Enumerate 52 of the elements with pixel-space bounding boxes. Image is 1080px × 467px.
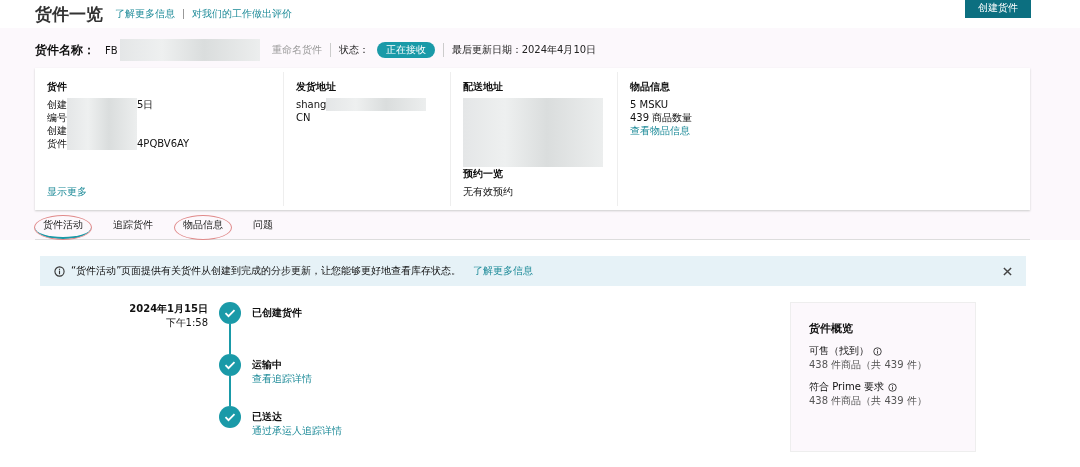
column-heading: 发货地址 [296,80,337,94]
last-updated: 最后更新日期：2024年4月10日 [451,43,597,57]
shipment-name-label: 货件名称： [35,41,95,59]
overview-label: 可售（找到） [809,344,869,358]
detail-text: 创建 [47,124,67,137]
status-badge: 正在接收 [376,42,435,58]
column-heading: 物品信息 [630,80,671,94]
redacted-area [67,137,137,150]
step-title: 已创建货件 [252,306,302,320]
tab[interactable]: 问题 [245,216,281,239]
tab[interactable]: 追踪货件 [105,216,161,239]
detail-text: 4PQBV6AY [137,137,190,150]
close-icon[interactable] [1003,266,1012,276]
rename-link[interactable]: 重命名货件 [271,43,322,57]
overview-title: 货件概览 [809,321,854,336]
step-title: 已送达 [252,410,283,424]
column-heading: 预约一览 [463,167,504,181]
header-link[interactable]: 了解更多信息 [115,7,175,21]
tab[interactable]: 物品信息 [175,216,231,239]
info-icon [54,265,65,277]
tracking-link[interactable]: 通过承运人追踪详情 [252,424,342,438]
page-title: 货件一览 [35,2,103,26]
detail-text: 439 商品数量 [630,111,693,124]
redacted-area [67,98,137,111]
overview-label: 符合 Prime 要求 [809,380,884,394]
tab[interactable]: 货件活动 [35,216,91,239]
detail-text: 5 MSKU [630,98,669,111]
step-date: 2024年1月15日 [129,302,208,316]
detail-link[interactable]: 查看物品信息 [630,124,772,137]
step-title: 运输中 [252,358,283,372]
detail-text: 创建 [47,98,67,111]
detail-text: 货件 [47,137,67,150]
learn-more-link[interactable]: 了解更多信息 [473,264,534,278]
detail-text: shang [296,98,327,111]
column-heading: 配送地址 [463,80,504,94]
detail-text: 5日 [137,98,154,111]
step-time: 下午1:58 [165,316,208,330]
info-icon[interactable] [873,346,882,356]
overview-value: 438 件商品（共 439 件） [809,394,928,408]
create-shipment-button[interactable]: 创建货件 [965,0,1031,18]
shipment-name: FB [105,44,118,56]
detail-text: 无有效预约 [463,185,514,198]
info-text: “货件活动”页面提供有关货件从创建到完成的分步更新，让您能够更好地查看库存状态。 [71,264,462,278]
overview-value: 438 件商品（共 439 件） [809,358,928,372]
status-label: 状态： [338,43,369,57]
header-link[interactable]: 对我们的工作做出评价 [192,7,292,21]
detail-text: CN [296,111,311,124]
tracking-link[interactable]: 查看追踪详情 [252,372,312,386]
detail-text: 编号 [47,111,67,124]
detail-link[interactable]: 显示更多 [47,185,271,198]
column-heading: 货件 [47,80,68,94]
info-icon[interactable] [888,382,897,392]
